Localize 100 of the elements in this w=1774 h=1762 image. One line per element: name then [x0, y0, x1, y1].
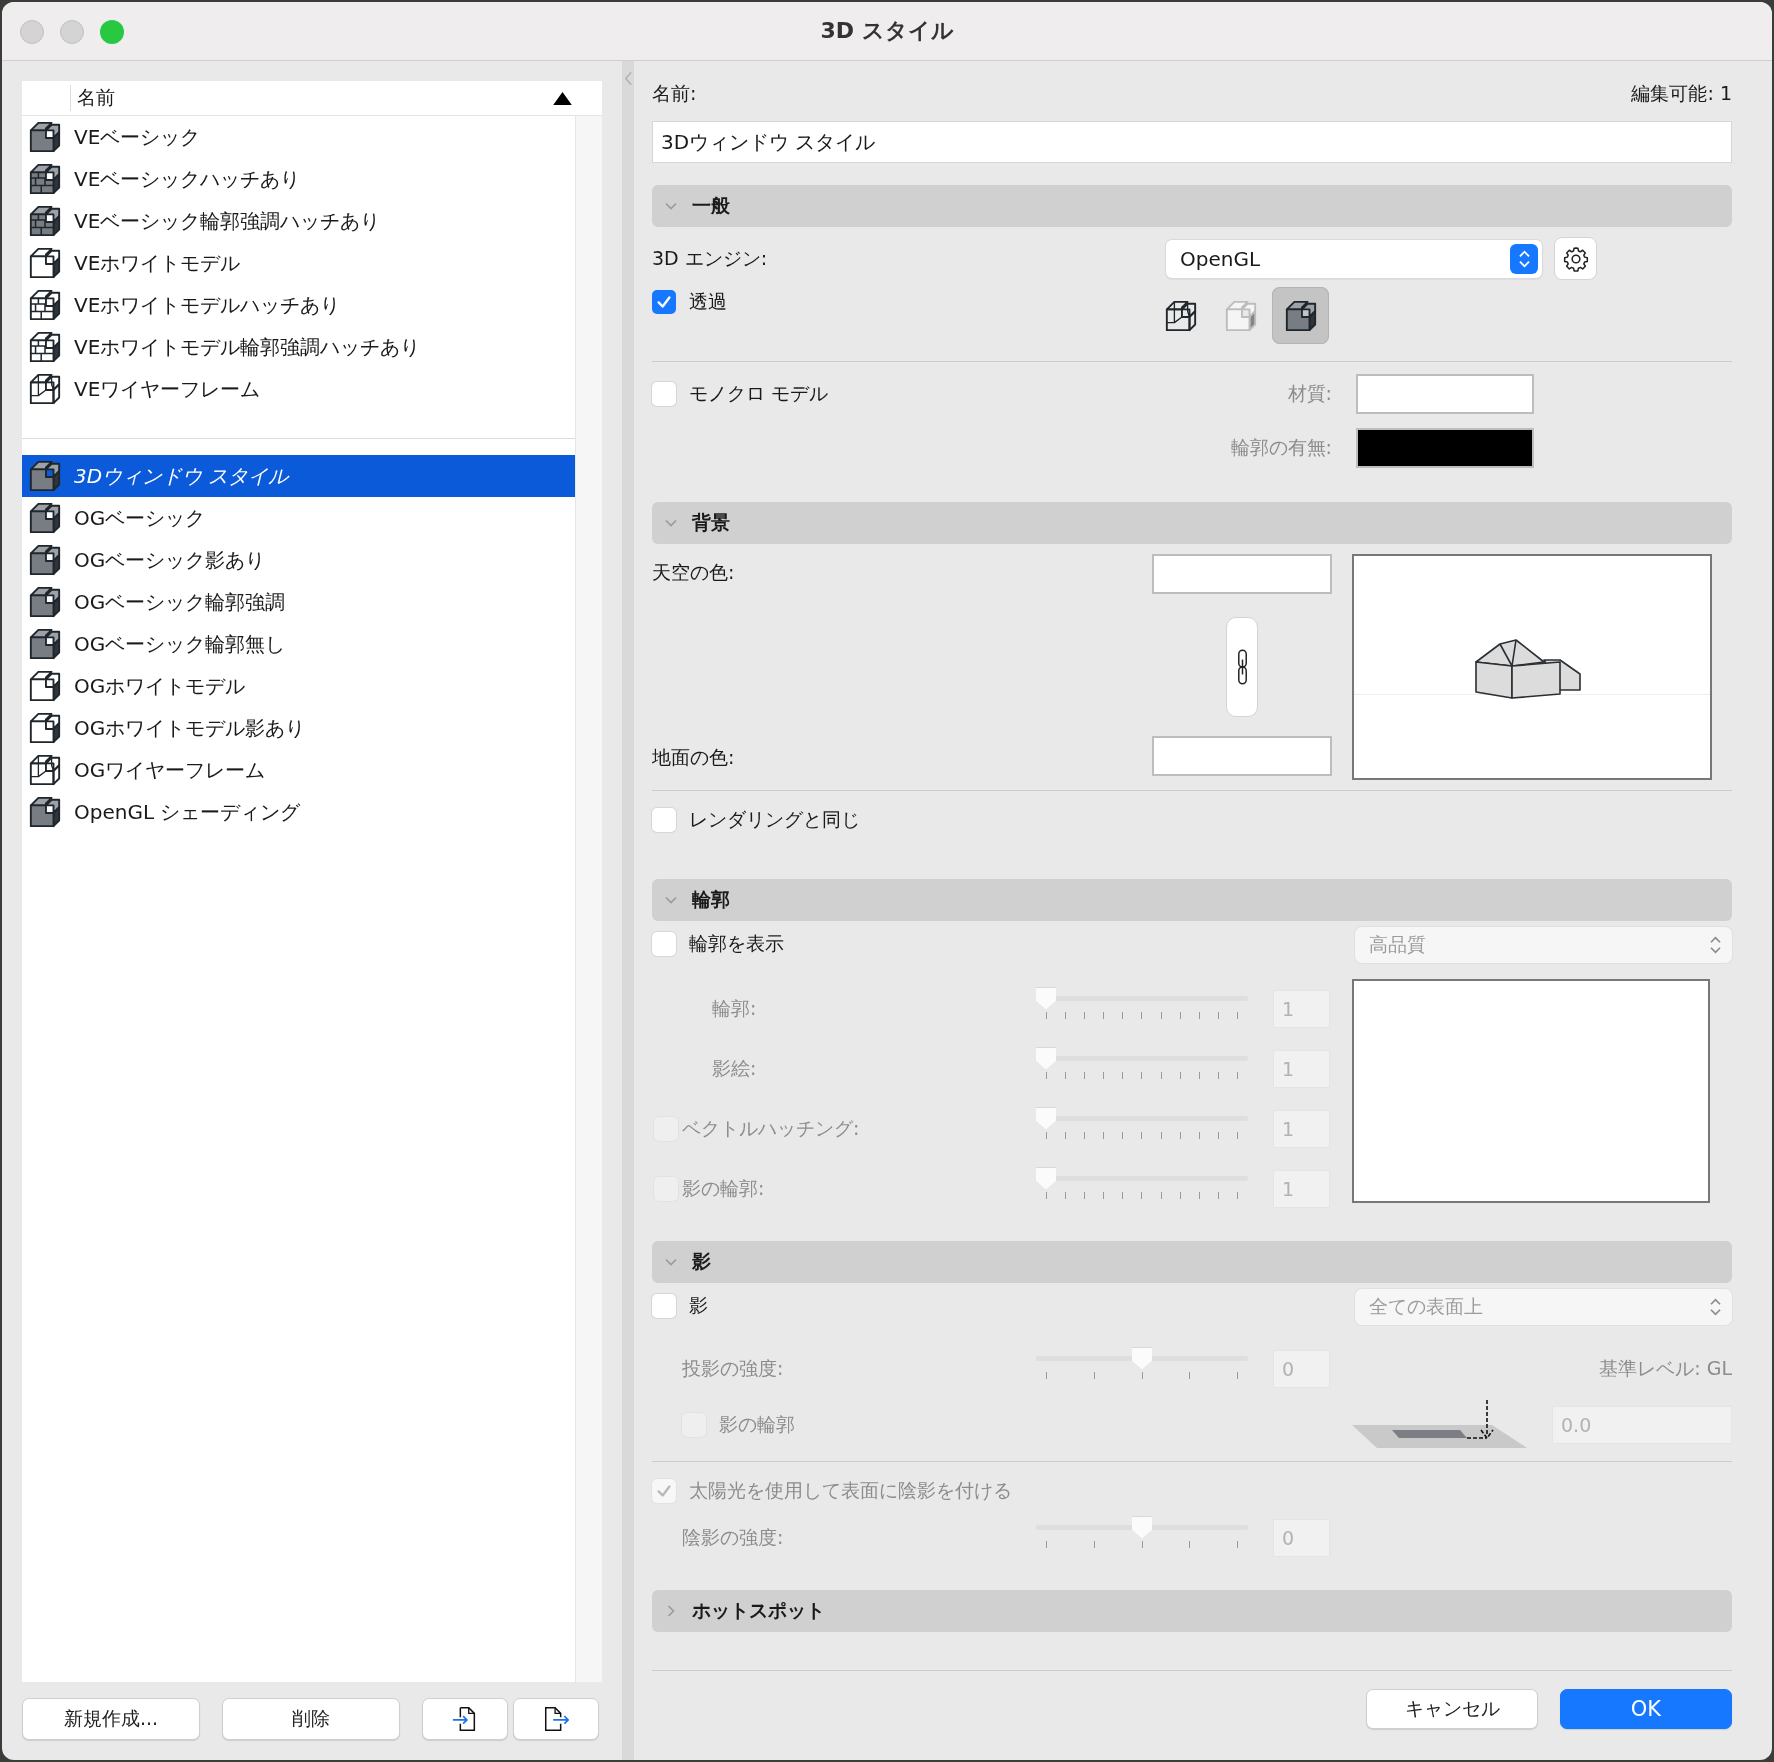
- close-button[interactable]: [20, 20, 44, 44]
- link-button[interactable]: [1226, 617, 1258, 717]
- ground-color-label: 地面の色:: [652, 745, 736, 770]
- wireframe-block-icon: [28, 372, 62, 406]
- checkbox-label: レンダリングと同じ: [689, 807, 860, 832]
- checkmark-icon: [655, 1482, 673, 1500]
- style-list-item[interactable]: OGホワイトモデル影あり: [22, 707, 575, 749]
- sky-color-label: 天空の色:: [652, 560, 736, 585]
- style-name: 3Dウィンドウ スタイル: [74, 462, 289, 490]
- checkbox[interactable]: [652, 932, 676, 956]
- style-list-item[interactable]: VEベーシック: [22, 116, 575, 158]
- style-name: OGベーシック輪郭強調: [74, 588, 286, 616]
- style-name: VEベーシック輪郭強調ハッチあり: [74, 207, 381, 235]
- updown-icon: [1709, 1297, 1722, 1317]
- solid-block-icon: [28, 543, 62, 577]
- style-list-item[interactable]: OpenGL シェーディング: [22, 791, 575, 833]
- style-name: VEホワイトモデルハッチあり: [74, 291, 341, 319]
- checkbox[interactable]: [652, 382, 676, 406]
- color-swatch[interactable]: [1152, 554, 1332, 594]
- style-list-item[interactable]: VEベーシック輪郭強調ハッチあり: [22, 200, 575, 242]
- style-name: VEワイヤーフレーム: [74, 375, 261, 403]
- list-button[interactable]: 削除: [222, 1698, 400, 1740]
- name-label: 名前:: [652, 81, 697, 106]
- solid-block-icon: [28, 795, 62, 829]
- color-swatch[interactable]: [1356, 374, 1534, 414]
- section-header[interactable]: 影: [652, 1241, 1732, 1283]
- slider-label: 影絵:: [711, 1056, 758, 1081]
- import-button[interactable]: [422, 1698, 508, 1740]
- brick-block-icon: [28, 162, 62, 196]
- scrollbar-track[interactable]: [575, 116, 602, 1682]
- name-field[interactable]: 3Dウィンドウ スタイル: [652, 121, 1732, 163]
- style-name: VEホワイトモデル: [74, 249, 241, 277]
- brick-block-icon: [28, 204, 62, 238]
- style-name: VEベーシックハッチあり: [74, 165, 301, 193]
- cancel-button[interactable]: キャンセル: [1366, 1689, 1538, 1729]
- style-list-item[interactable]: VEホワイトモデル輪郭強調ハッチあり: [22, 326, 575, 368]
- solid-block-icon: [28, 585, 62, 619]
- slider-label: 陰影の強度:: [681, 1525, 785, 1550]
- material-label: 材質:: [1287, 381, 1332, 406]
- style-list-item[interactable]: OGベーシック影あり: [22, 539, 575, 581]
- style-list-item[interactable]: VEホワイトモデルハッチあり: [22, 284, 575, 326]
- panel-splitter[interactable]: [622, 61, 634, 1760]
- checkbox[interactable]: [652, 290, 676, 314]
- outline-brick-block-icon: [28, 288, 62, 322]
- style-list-item[interactable]: OGホワイトモデル: [22, 665, 575, 707]
- solid-block-icon: [28, 459, 62, 493]
- style-list-item[interactable]: VEワイヤーフレーム: [22, 368, 575, 410]
- outline-brick-block-icon: [28, 330, 62, 364]
- section-header[interactable]: 一般: [652, 185, 1732, 227]
- checkbox-label: 影の輪郭: [719, 1412, 795, 1437]
- style-name: OGホワイトモデル影あり: [74, 714, 306, 742]
- export-button[interactable]: [513, 1698, 599, 1740]
- checkbox-label: 太陽光を使用して表面に陰影を付ける: [689, 1478, 1012, 1503]
- outline-block-icon: [28, 246, 62, 280]
- column-title: 名前: [70, 85, 115, 111]
- style-name: VEホワイトモデル輪郭強調ハッチあり: [74, 333, 421, 361]
- settings-icon: [1561, 244, 1590, 273]
- style-list-item[interactable]: OGベーシック輪郭無し: [22, 623, 575, 665]
- section-header[interactable]: 背景: [652, 502, 1732, 544]
- style-name: OGベーシック輪郭無し: [74, 630, 286, 658]
- outline-block-icon: [28, 669, 62, 703]
- style-name: OGホワイトモデル: [74, 672, 246, 700]
- display-mode-button[interactable]: [1272, 287, 1329, 344]
- chain-link-icon: [1235, 647, 1249, 687]
- column-header[interactable]: 名前: [22, 81, 602, 116]
- engine-label: 3D エンジン:: [652, 245, 769, 271]
- sort-triangle-icon: [553, 91, 572, 105]
- engine-dropdown[interactable]: OpenGL: [1166, 239, 1542, 278]
- checkbox-label: 透過: [689, 289, 727, 314]
- style-list-item[interactable]: OGベーシック: [22, 497, 575, 539]
- color-swatch[interactable]: [1356, 428, 1534, 468]
- slider-label: 影の輪郭:: [682, 1176, 766, 1201]
- solid-block-icon: [1283, 298, 1318, 333]
- settings-button[interactable]: [1554, 237, 1597, 280]
- checkbox[interactable]: [652, 1294, 676, 1318]
- style-list-item[interactable]: 3Dウィンドウ スタイル: [22, 455, 575, 497]
- updown-icon: [1709, 935, 1722, 955]
- style-list-item[interactable]: OGワイヤーフレーム: [22, 749, 575, 791]
- section-header[interactable]: ホットスポット: [652, 1590, 1732, 1632]
- checkbox[interactable]: [652, 808, 676, 832]
- ok-button[interactable]: OK: [1560, 1689, 1732, 1729]
- base-level-label: 基準レベル: GL: [1598, 1356, 1732, 1381]
- solid-block-icon: [28, 120, 62, 154]
- checkbox-label: 輪郭を表示: [689, 931, 784, 956]
- style-name: OGベーシック: [74, 504, 206, 532]
- style-list-item[interactable]: VEベーシックハッチあり: [22, 158, 575, 200]
- style-list-item[interactable]: OGベーシック輪郭強調: [22, 581, 575, 623]
- wireframe-block-icon: [28, 753, 62, 787]
- minimize-button[interactable]: [60, 20, 84, 44]
- slider-label: 輪郭:: [711, 996, 758, 1021]
- solid-block-icon: [28, 501, 62, 535]
- list-button[interactable]: 新規作成...: [22, 1698, 200, 1740]
- zoom-button[interactable]: [100, 20, 124, 44]
- editable-count: 編集可能: 1: [1631, 81, 1732, 106]
- style-list-item[interactable]: VEホワイトモデル: [22, 242, 575, 284]
- color-swatch[interactable]: [1152, 736, 1332, 776]
- section-header[interactable]: 輪郭: [652, 879, 1732, 921]
- style-name: OpenGL シェーディング: [74, 798, 301, 826]
- export-file-icon: [542, 1705, 570, 1733]
- chevron-left-icon: [623, 71, 633, 86]
